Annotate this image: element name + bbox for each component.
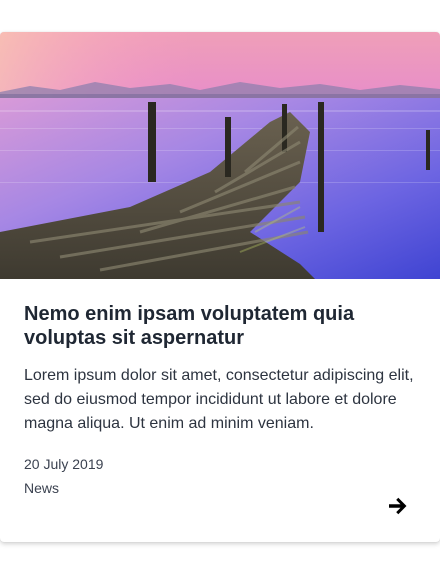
card-title[interactable]: Nemo enim ipsam voluptatem quia voluptas… [24,302,420,350]
card-image [0,32,440,279]
card-date: 20 July 2019 [24,456,104,472]
card-excerpt: Lorem ipsum dolor sit amet, consectetur … [24,367,414,432]
arrow-right-icon[interactable] [386,494,410,518]
article-card[interactable]: Nemo enim ipsam voluptatem quia voluptas… [0,32,440,542]
card-category: News [24,480,60,496]
card-body: Nemo enim ipsam voluptatem quia voluptas… [24,302,420,500]
